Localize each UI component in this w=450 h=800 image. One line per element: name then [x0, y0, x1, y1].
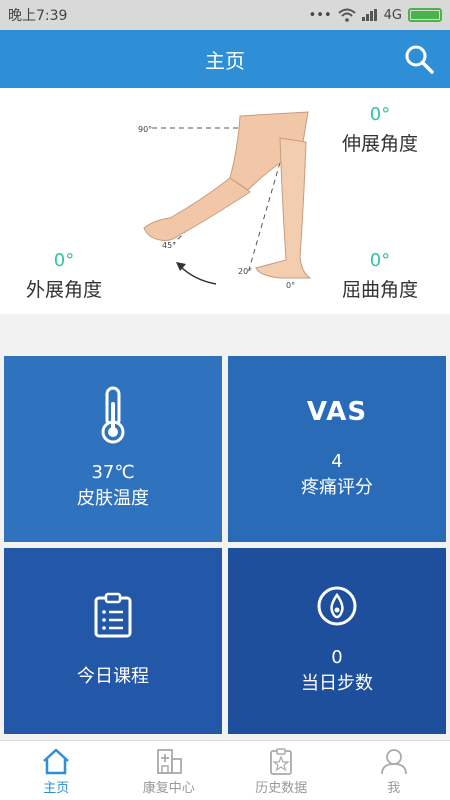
extension-angle: 0° 伸展角度 — [330, 104, 430, 156]
tab-me-label: 我 — [387, 781, 401, 796]
tab-rehab-center-label: 康复中心 — [142, 781, 195, 796]
flexion-angle: 0° 屈曲角度 — [330, 250, 430, 302]
angle-panel: 90° 45° 20° 0° 0° 伸展角度 0° 外展角度 0° 屈曲角度 — [0, 88, 450, 314]
clipboard-icon — [94, 592, 132, 638]
daily-steps-value: 0 — [331, 647, 343, 668]
page-title: 主页 — [205, 48, 245, 73]
status-time: 晚上7:39 — [8, 8, 68, 24]
abduction-angle-value: 0° — [53, 250, 75, 271]
extension-angle-label: 伸展角度 — [341, 133, 418, 155]
direction-arrow-icon — [176, 262, 217, 285]
tab-rehab-center[interactable]: 康复中心 — [113, 741, 226, 800]
pain-score-tile[interactable]: VAS 4 疼痛评分 — [228, 356, 446, 542]
label-0: 0° — [286, 281, 295, 290]
user-icon — [380, 749, 407, 775]
abduction-angle-label: 外展角度 — [25, 279, 102, 301]
flexion-angle-label: 屈曲角度 — [341, 279, 418, 301]
leg-diagram: 90° 45° 20° 0° — [138, 111, 312, 290]
steps-icon — [317, 586, 357, 626]
signal-icon — [361, 9, 377, 21]
history-icon — [270, 748, 293, 775]
more-dots-icon: ••• — [308, 7, 332, 23]
skin-temperature-value: 37℃ — [91, 462, 135, 483]
vas-badge: VAS — [306, 397, 368, 427]
pain-score-label: 疼痛评分 — [301, 477, 373, 498]
status-icons: ••• 4G — [309, 8, 442, 23]
hospital-icon — [156, 749, 182, 774]
network-type: 4G — [383, 7, 402, 23]
status-bar: 晚上7:39 ••• 4G — [0, 0, 450, 30]
today-course-label: 今日课程 — [77, 666, 149, 687]
label-45: 45° — [162, 241, 176, 250]
daily-steps-tile[interactable]: 0 当日步数 — [228, 548, 446, 734]
search-icon[interactable] — [404, 44, 434, 74]
tab-me[interactable]: 我 — [338, 741, 450, 800]
flexion-angle-value: 0° — [369, 250, 391, 271]
tab-home[interactable]: 主页 — [0, 741, 113, 800]
bottom-tab-bar: 主页 康复中心 历史数据 我 — [0, 740, 450, 800]
label-20: 20° — [238, 267, 252, 276]
skin-temperature-tile[interactable]: 37℃ 皮肤温度 — [4, 356, 222, 542]
app-header: 主页 — [0, 30, 450, 88]
home-icon — [43, 748, 70, 775]
today-course-tile[interactable]: 今日课程 — [4, 548, 222, 734]
tab-history[interactable]: 历史数据 — [225, 741, 338, 800]
battery-icon — [408, 8, 442, 22]
abduction-angle: 0° 外展角度 — [14, 250, 114, 302]
thermometer-icon — [101, 386, 125, 444]
tab-history-label: 历史数据 — [255, 781, 308, 796]
wifi-icon — [337, 8, 356, 22]
skin-temperature-label: 皮肤温度 — [77, 488, 149, 509]
pain-score-value: 4 — [331, 451, 343, 472]
extension-angle-value: 0° — [369, 104, 391, 125]
daily-steps-label: 当日步数 — [301, 673, 373, 694]
label-90: 90° — [138, 125, 152, 134]
tab-home-label: 主页 — [43, 781, 70, 796]
